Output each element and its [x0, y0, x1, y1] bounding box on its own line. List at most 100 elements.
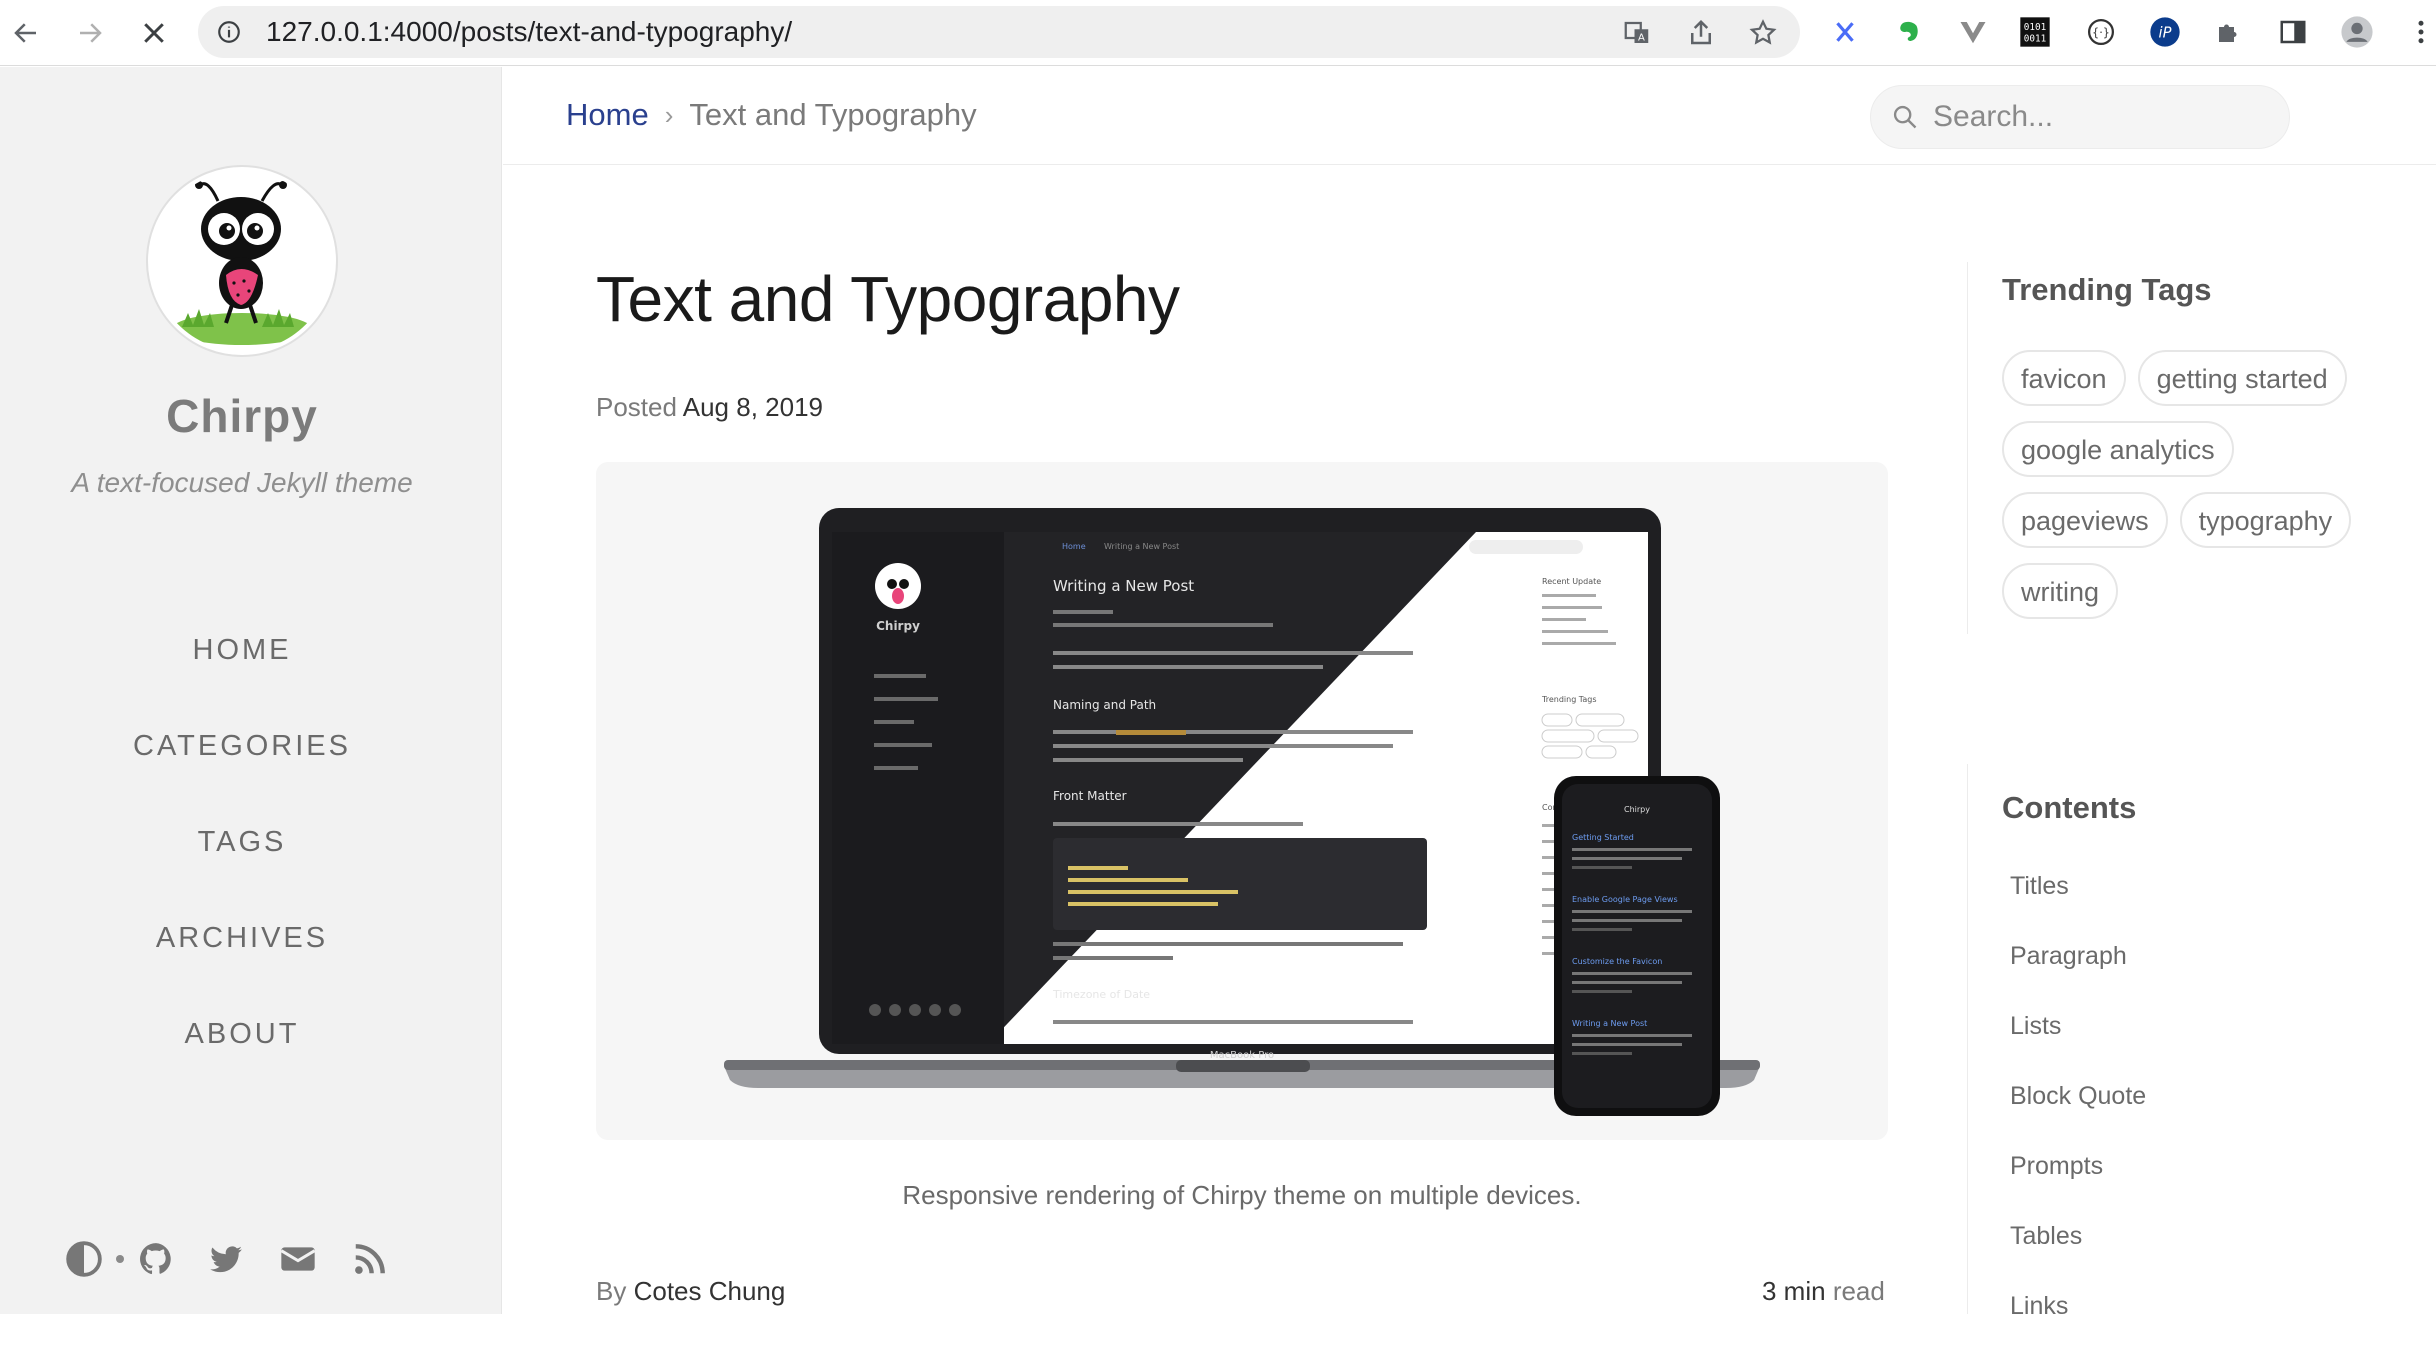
twitter-icon[interactable]	[204, 1237, 248, 1281]
email-icon[interactable]	[276, 1237, 320, 1281]
devices-mockup-image: Chirpy Home Writing a New Post Writing a…	[724, 508, 1760, 1116]
breadcrumb-home-link[interactable]: Home	[566, 97, 649, 133]
image-caption: Responsive rendering of Chirpy theme on …	[902, 1180, 1582, 1210]
extension-x-icon[interactable]	[1828, 15, 1862, 49]
toc-item-block-quote[interactable]: Block Quote	[2010, 1078, 2146, 1148]
profile-avatar-icon[interactable]	[2340, 15, 2374, 49]
tag-google-analytics[interactable]: google analytics	[2002, 421, 2234, 477]
author-name[interactable]: Cotes Chung	[634, 1276, 786, 1306]
breadcrumb: Home › Text and Typography	[566, 97, 977, 133]
url-host: 127.0.0.1	[266, 16, 383, 47]
search-icon	[1893, 105, 1917, 129]
tag-writing[interactable]: writing	[2002, 563, 2119, 619]
panel-divider-bottom	[1967, 764, 1968, 1314]
phone-post-4: Writing a New Post	[1572, 1019, 1647, 1028]
laptop-label: MacBook Pro	[1210, 1050, 1274, 1061]
phone-post-2: Enable Google Page Views	[1572, 895, 1678, 904]
post-meta: Posted Aug 8, 2019	[596, 392, 823, 423]
sidebar: Chirpy A text-focused Jekyll theme HOME …	[0, 67, 502, 1314]
contents-heading: Contents	[2002, 790, 2137, 825]
back-arrow-icon	[14, 23, 36, 43]
toc-item-paragraph[interactable]: Paragraph	[2010, 938, 2146, 1008]
post-date[interactable]: Aug 8, 2019	[683, 392, 823, 422]
topbar: Home › Text and Typography	[503, 67, 2436, 165]
theme-toggle-icon[interactable]	[62, 1237, 106, 1281]
url-text[interactable]: 127.0.0.1:4000/posts/text-and-typography…	[266, 16, 792, 48]
github-icon[interactable]	[134, 1237, 178, 1281]
forward-button[interactable]	[72, 15, 108, 51]
side-panel-icon[interactable]	[2276, 15, 2310, 49]
sidebar-nav: HOME CATEGORIES TAGS ARCHIVES ABOUT	[0, 602, 484, 1082]
svg-text:{·}: {·}	[2092, 26, 2110, 39]
trending-tags-heading: Trending Tags	[2002, 272, 2212, 307]
mockup-breadcrumb-current: Writing a New Post	[1104, 542, 1179, 551]
mockup-post-title: Writing a New Post	[1053, 577, 1194, 595]
mockup-heading-naming: Naming and Path	[1053, 698, 1156, 712]
browser-menu-icon[interactable]	[2404, 15, 2436, 49]
mockup-breadcrumb-home: Home	[1062, 542, 1086, 551]
back-button[interactable]	[8, 15, 44, 51]
stop-loading-button[interactable]	[136, 15, 172, 51]
avatar[interactable]	[148, 167, 336, 355]
panel-divider-top	[1967, 262, 1968, 634]
close-icon	[144, 23, 164, 43]
binary-extension-icon[interactable]: 0101 0011	[2018, 15, 2052, 49]
svg-text:0101: 0101	[2024, 22, 2046, 33]
phone-post-1: Getting Started	[1572, 833, 1634, 842]
translate-icon[interactable]: A	[1622, 18, 1652, 48]
breadcrumb-separator: ›	[664, 99, 674, 130]
toc-item-tables[interactable]: Tables	[2010, 1218, 2146, 1288]
search-input[interactable]	[1933, 100, 2273, 134]
tag-typography[interactable]: typography	[2179, 492, 2352, 548]
search-box[interactable]	[1870, 85, 2290, 149]
site-title[interactable]: Chirpy	[0, 389, 484, 443]
trending-tags: favicon getting started google analytics …	[2002, 350, 2402, 634]
read-time: 3 min read	[1762, 1276, 1885, 1307]
rss-icon[interactable]	[348, 1237, 392, 1281]
extensions-puzzle-icon[interactable]	[2212, 15, 2246, 49]
sidebar-item-archives[interactable]: ARCHIVES	[0, 890, 484, 986]
phone-post-3: Customize the Favicon	[1572, 957, 1662, 966]
post-author: By Cotes Chung	[596, 1276, 785, 1307]
mockup-site-title: Chirpy	[876, 619, 920, 633]
ip-extension-icon[interactable]: iP	[2148, 15, 2182, 49]
posted-label: Posted	[596, 392, 677, 422]
url-path: :4000/posts/text-and-typography/	[382, 16, 793, 47]
read-label: read	[1832, 1276, 1885, 1306]
post-title: Text and Typography	[596, 263, 1180, 335]
mockup-tags-heading: Trending Tags	[1541, 695, 1597, 704]
tag-pageviews[interactable]: pageviews	[2002, 492, 2168, 548]
sidebar-footer	[62, 1235, 422, 1283]
evernote-icon[interactable]	[1892, 15, 1926, 49]
breadcrumb-current: Text and Typography	[689, 97, 977, 132]
by-label: By	[596, 1276, 627, 1306]
mockup-recent-heading: Recent Update	[1542, 577, 1601, 586]
browser-toolbar: 127.0.0.1:4000/posts/text-and-typography…	[0, 0, 2436, 66]
footer-separator	[116, 1255, 124, 1263]
sidebar-item-home[interactable]: HOME	[0, 602, 484, 698]
toc-item-prompts[interactable]: Prompts	[2010, 1148, 2146, 1218]
site-subtitle: A text-focused Jekyll theme	[71, 467, 413, 498]
svg-text:iP: iP	[2159, 24, 2172, 41]
sidebar-item-about[interactable]: ABOUT	[0, 986, 484, 1082]
post-preview-image[interactable]: Chirpy Home Writing a New Post Writing a…	[596, 462, 1888, 1140]
json-viewer-icon[interactable]: {·}	[2084, 15, 2118, 49]
toc-item-links[interactable]: Links	[2010, 1288, 2146, 1358]
vue-devtools-icon[interactable]	[1956, 15, 1990, 49]
tag-getting-started[interactable]: getting started	[2137, 350, 2347, 406]
sidebar-item-categories[interactable]: CATEGORIES	[0, 698, 484, 794]
forward-arrow-icon	[80, 23, 102, 43]
tag-favicon[interactable]: favicon	[2002, 350, 2126, 406]
toc-item-titles[interactable]: Titles	[2010, 868, 2146, 938]
info-icon[interactable]	[216, 19, 242, 45]
mockup-heading-timezone: Timezone of Date	[1052, 988, 1150, 1001]
svg-text:0011: 0011	[2024, 33, 2046, 44]
address-bar[interactable]: 127.0.0.1:4000/posts/text-and-typography…	[198, 6, 1800, 58]
sidebar-item-tags[interactable]: TAGS	[0, 794, 484, 890]
toc-item-lists[interactable]: Lists	[2010, 1008, 2146, 1078]
ant-mascot-image	[172, 181, 312, 345]
star-bookmark-icon[interactable]	[1748, 18, 1778, 48]
mockup-heading-front-matter: Front Matter	[1053, 789, 1127, 803]
share-icon[interactable]	[1686, 18, 1716, 48]
read-minutes: 3 min	[1762, 1276, 1826, 1306]
